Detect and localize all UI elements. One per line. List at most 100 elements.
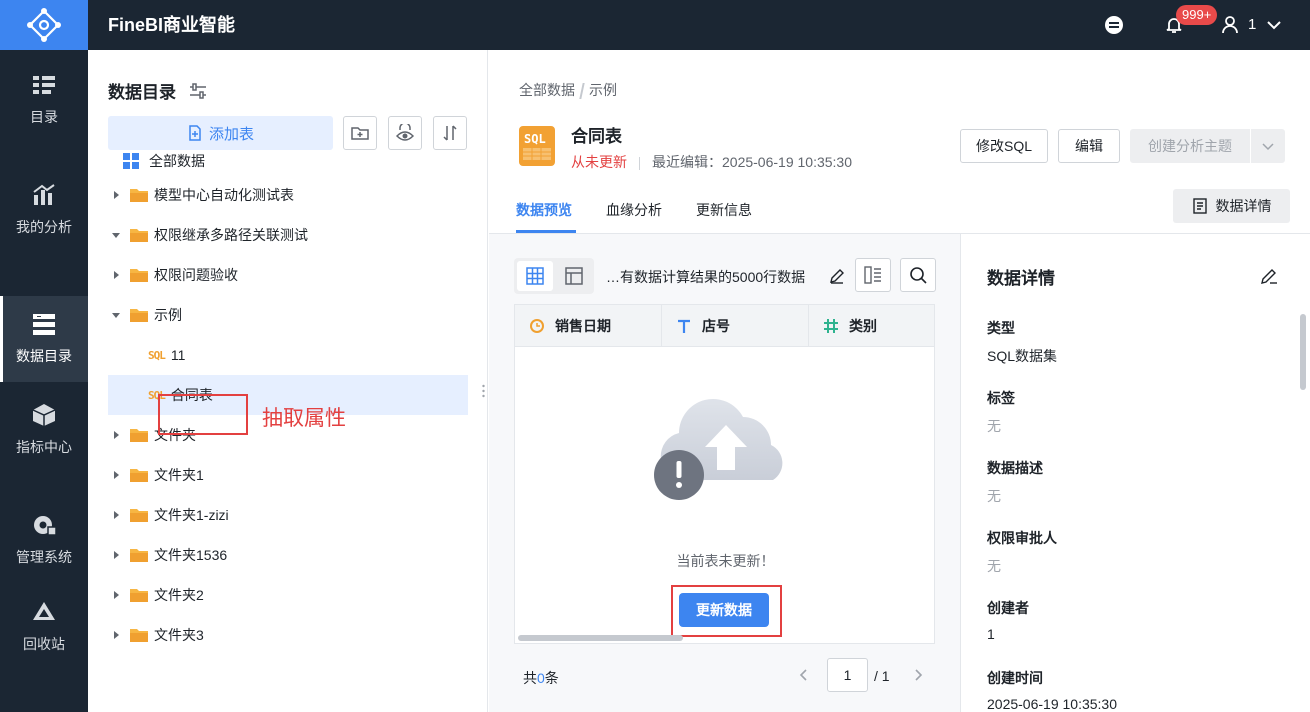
caret-right-icon[interactable]: [108, 587, 124, 603]
logo-icon[interactable]: [0, 0, 88, 50]
detail-field-value: 1: [987, 626, 995, 642]
number-type-icon: [824, 318, 838, 333]
tab-update-info[interactable]: 更新信息: [696, 200, 752, 220]
tree-item[interactable]: SQL 11: [108, 335, 468, 375]
nav-recycle[interactable]: 回收站: [0, 584, 88, 670]
catalog-title: 数据目录: [108, 78, 207, 103]
column-header[interactable]: 类别: [809, 305, 934, 347]
caret-right-icon[interactable]: [108, 507, 124, 523]
tree-item[interactable]: 权限继承多路径关联测试: [108, 215, 468, 255]
highlight-box: [158, 394, 248, 435]
caret-right-icon[interactable]: [108, 267, 124, 283]
create-theme-button[interactable]: 创建分析主题: [1130, 129, 1250, 163]
tree-item[interactable]: 文件夹3: [108, 615, 468, 655]
caret-right-icon[interactable]: [108, 627, 124, 643]
edit-button[interactable]: 编辑: [1058, 129, 1120, 163]
tree-item[interactable]: 示例: [108, 295, 468, 335]
edit-sql-button[interactable]: 修改SQL: [960, 129, 1048, 163]
folder-icon: [130, 469, 148, 482]
nav-catalog[interactable]: 目录: [0, 57, 88, 143]
folder-icon: [130, 589, 148, 602]
nav-data-catalog[interactable]: 数据目录: [0, 296, 88, 382]
nav-admin[interactable]: 管理系统: [0, 497, 88, 583]
sql-table-icon: SQL: [519, 126, 555, 166]
layout-view-button[interactable]: [556, 261, 592, 291]
nav-metrics[interactable]: 指标中心: [0, 387, 88, 473]
caret-right-icon[interactable]: [108, 187, 124, 203]
tree-item-label: 文件夹3: [154, 627, 204, 643]
vertical-scrollbar[interactable]: [1300, 314, 1306, 390]
shortcut-icon[interactable]: [1101, 12, 1127, 38]
update-status: 从未更新: [571, 154, 627, 170]
caret-right-icon[interactable]: [108, 427, 124, 443]
layout-icon: [565, 267, 583, 285]
prev-page-icon[interactable]: [797, 668, 811, 687]
nav-my-analysis[interactable]: 我的分析: [0, 167, 88, 253]
tree-item[interactable]: 文件夹1536: [108, 535, 468, 575]
search-button[interactable]: [900, 258, 936, 292]
tree-item[interactable]: 文件夹1-zizi: [108, 495, 468, 535]
table-title: 合同表: [571, 127, 622, 146]
chevron-down-icon[interactable]: [1261, 12, 1287, 38]
gear-icon: [34, 516, 57, 536]
tree-item-label: 文件夹1-zizi: [154, 507, 229, 523]
data-detail-button[interactable]: 数据详情: [1173, 189, 1290, 223]
detail-field-value: 无: [987, 488, 1001, 504]
main-panel: 全部数据 示例 SQL 合同表 从未更新 最近编辑：2025-06-19 10:35…: [489, 50, 1310, 712]
column-name: 店号: [702, 317, 730, 334]
breadcrumb-item[interactable]: 示例: [589, 82, 617, 98]
total-suffix: 条: [544, 670, 559, 686]
caret-down-icon[interactable]: [108, 307, 124, 323]
last-edit: 最近编辑：2025-06-19 10:35:30: [652, 154, 852, 170]
grid-icon: [526, 267, 544, 285]
caret-down-icon[interactable]: [108, 227, 124, 243]
folder-icon: [130, 629, 148, 642]
filter-icon[interactable]: [189, 82, 207, 100]
page-input[interactable]: 1: [827, 658, 868, 692]
text-type-icon: [678, 319, 690, 333]
tab-lineage[interactable]: 血缘分析: [606, 200, 662, 220]
total-count: 0: [537, 670, 545, 686]
column-settings-button[interactable]: [855, 258, 891, 292]
nav-label: 数据目录: [16, 348, 72, 364]
folder-icon: [130, 309, 148, 322]
edit-pencil-icon[interactable]: [1260, 267, 1278, 290]
caret-right-icon[interactable]: [108, 547, 124, 563]
user-icon[interactable]: [1217, 12, 1243, 38]
left-nav: 目录 我的分析 数据目录 指标中心 管理系统 回收站: [0, 50, 88, 712]
folder-icon: [130, 549, 148, 562]
user-name[interactable]: 1: [1248, 16, 1256, 33]
column-header[interactable]: 店号: [662, 305, 809, 347]
nav-label: 我的分析: [16, 219, 72, 235]
detail-field-value: 2025-06-19 10:35:30: [987, 696, 1117, 712]
tree-item[interactable]: 文件夹2: [108, 575, 468, 615]
grid-view-button[interactable]: [517, 261, 553, 291]
empty-message: 当前表未更新！: [676, 553, 775, 569]
create-theme-dropdown[interactable]: [1251, 129, 1285, 163]
nav-label: 回收站: [23, 636, 65, 652]
columns-icon: [864, 266, 881, 284]
nav-label: 目录: [30, 109, 58, 125]
tree-item-label: 模型中心自动化测试表: [154, 187, 294, 203]
column-header[interactable]: 销售日期: [515, 305, 662, 347]
tree-item-label: 文件夹1: [154, 467, 204, 483]
tree-item[interactable]: 模型中心自动化测试表: [108, 175, 468, 215]
catalog-title-text: 数据目录: [108, 83, 176, 102]
tree-item[interactable]: 权限问题验收: [108, 255, 468, 295]
breadcrumb-item[interactable]: 全部数据: [519, 82, 575, 98]
next-page-icon[interactable]: [911, 668, 925, 687]
caret-right-icon[interactable]: [108, 467, 124, 483]
tree-item[interactable]: 文件夹1: [108, 455, 468, 495]
detail-field-label: 创建时间: [987, 670, 1043, 686]
notification-badge: 999+: [1176, 5, 1218, 25]
resize-handle[interactable]: [482, 384, 485, 398]
refresh-data-button[interactable]: 更新数据: [679, 593, 769, 627]
data-detail-label: 数据详情: [1215, 198, 1272, 214]
nav-label: 管理系统: [16, 549, 72, 565]
data-grid: 销售日期 店号 类别 当前表未更新！ 更新数据: [514, 304, 935, 644]
tab-data-preview[interactable]: 数据预览: [516, 200, 572, 220]
breadcrumb: 全部数据 示例: [519, 80, 617, 100]
horizontal-scrollbar[interactable]: [518, 635, 683, 641]
folder-add-icon: [351, 127, 369, 140]
edit-pencil-icon[interactable]: [829, 268, 845, 289]
